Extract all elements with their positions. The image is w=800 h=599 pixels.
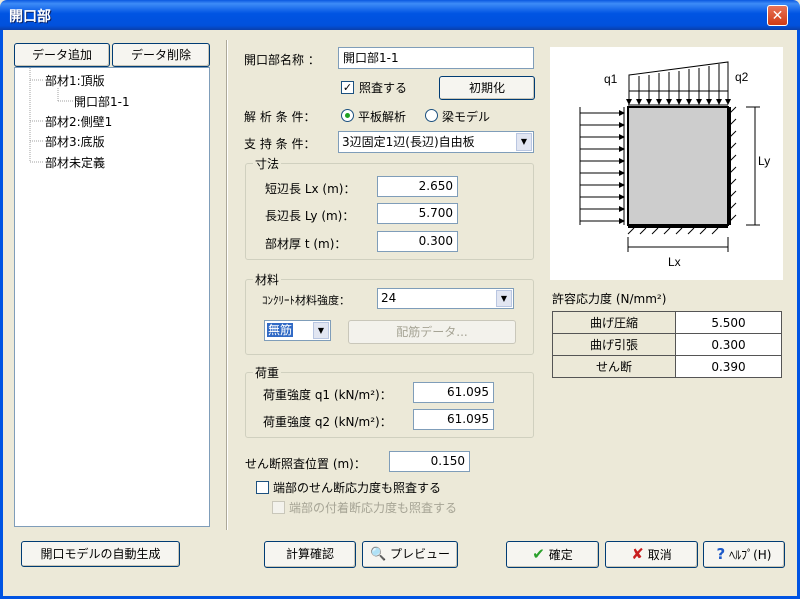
table-row: せん断 0.390 — [552, 355, 782, 378]
t-input[interactable]: 0.300 — [377, 231, 458, 252]
chevron-down-icon[interactable]: ▼ — [496, 290, 512, 307]
help-label: ﾍﾙﾌﾟ(H) — [729, 548, 772, 562]
end-bond-label: 端部の付着断応力度も照査する — [289, 501, 458, 515]
q1-input[interactable]: 61.095 — [413, 382, 494, 403]
q1-diagram-label: q1 — [604, 72, 618, 86]
rebar-data-button[interactable]: 配筋データ... — [348, 320, 516, 344]
tree-item-opening1-1[interactable]: 開口部1-1 — [74, 93, 130, 110]
table-row: 曲げ圧縮 5.500 — [552, 311, 782, 334]
ok-button[interactable]: ✔ 確定 — [506, 541, 599, 568]
concrete-label: ｺﾝｸﾘｰﾄ材料強度： — [262, 294, 350, 307]
chevron-down-icon[interactable]: ▼ — [313, 322, 329, 339]
cancel-label: 取消 — [647, 548, 672, 562]
close-icon: ✕ — [771, 8, 784, 24]
support-label: 支 持 条 件： — [244, 137, 316, 151]
member-tree[interactable]: 部材1:頂版 開口部1-1 部材2:側壁1 部材3:底版 部材未定義 — [14, 67, 210, 527]
allowable-label-cell: 曲げ圧縮 — [552, 311, 676, 334]
shear-pos-label: せん断照査位置 (m)： — [245, 457, 366, 471]
ly-label: 長辺長 Ly (m)： — [265, 209, 355, 223]
q1-label: 荷重強度 q1 (kN/m²)： — [263, 388, 392, 402]
allowable-label-cell: せん断 — [552, 355, 676, 378]
help-icon: ? — [716, 545, 726, 563]
allowable-value-cell: 5.500 — [675, 311, 782, 334]
preview-button[interactable]: 🔍 プレビュー — [362, 541, 458, 568]
check-label: 照査する — [359, 81, 408, 95]
checkmark-icon: ✔ — [532, 545, 545, 563]
rebar-value: 無筋 — [267, 323, 294, 337]
radio-plate-analysis[interactable] — [341, 109, 354, 122]
allowable-value-cell: 0.300 — [675, 333, 782, 356]
tree-item-member2[interactable]: 部材2:側壁1 — [45, 113, 112, 130]
support-select[interactable]: 3辺固定1辺(長辺)自由板 ▼ — [338, 131, 534, 153]
chevron-down-icon[interactable]: ▼ — [516, 133, 532, 151]
analysis-label: 解 析 条 件： — [244, 110, 316, 124]
title-bar — [0, 0, 800, 30]
lx-diagram-label: Lx — [668, 255, 681, 269]
lx-input[interactable]: 2.650 — [377, 176, 458, 197]
plate-analysis-label: 平板解析 — [358, 110, 407, 124]
end-shear-checkbox[interactable] — [256, 481, 269, 494]
radio-beam-model[interactable] — [425, 109, 438, 122]
beam-model-label: 梁モデル — [442, 110, 491, 124]
cancel-button[interactable]: ✘ 取消 — [605, 541, 698, 568]
ly-input[interactable]: 5.700 — [377, 203, 458, 224]
calc-check-button[interactable]: 計算確認 — [264, 541, 356, 568]
allowable-label-cell: 曲げ引張 — [552, 333, 676, 356]
check-checkbox[interactable]: ✓ — [341, 81, 354, 94]
add-data-button[interactable]: データ追加 — [14, 43, 110, 67]
allowable-value-cell: 0.390 — [675, 355, 782, 378]
close-button[interactable]: ✕ — [767, 5, 788, 26]
init-button[interactable]: 初期化 — [439, 76, 535, 100]
load-diagram: q1 q2 Ly Lx — [550, 47, 783, 280]
concrete-select[interactable]: 24 ▼ — [377, 288, 514, 309]
preview-label: プレビュー — [390, 547, 451, 561]
load-title: 荷重 — [253, 364, 282, 381]
end-bond-checkbox[interactable] — [272, 501, 285, 514]
preview-icon: 🔍 — [369, 547, 387, 562]
tree-item-member1[interactable]: 部材1:頂版 — [45, 72, 105, 89]
help-button[interactable]: ? ﾍﾙﾌﾟ(H) — [703, 541, 785, 568]
ok-label: 確定 — [548, 548, 573, 562]
q2-input[interactable]: 61.095 — [413, 409, 494, 430]
auto-generate-button[interactable]: 開口モデルの自動生成 — [21, 541, 180, 567]
load-diagram-svg: q1 q2 Ly Lx — [579, 61, 770, 269]
lx-label: 短辺長 Lx (m)： — [265, 182, 356, 196]
window-title: 開口部 — [9, 9, 51, 25]
cancel-icon: ✘ — [631, 545, 644, 563]
shear-pos-input[interactable]: 0.150 — [389, 451, 470, 472]
tree-item-member3[interactable]: 部材3:底版 — [45, 133, 105, 150]
support-value: 3辺固定1辺(長辺)自由板 — [342, 135, 475, 149]
concrete-value: 24 — [381, 291, 397, 305]
allowable-title: 許容応力度 (N/mm²) — [552, 292, 667, 306]
t-label: 部材厚 t (m)： — [265, 237, 347, 251]
q2-diagram-label: q2 — [735, 70, 749, 84]
vertical-divider — [226, 40, 228, 530]
delete-data-button[interactable]: データ削除 — [112, 43, 210, 67]
ly-diagram-label: Ly — [758, 154, 770, 168]
name-input[interactable]: 開口部1-1 — [338, 47, 534, 69]
table-row: 曲げ引張 0.300 — [552, 333, 782, 356]
material-title: 材料 — [253, 271, 282, 288]
end-shear-label: 端部のせん断応力度も照査する — [273, 481, 442, 495]
allowable-table: 曲げ圧縮 5.500 曲げ引張 0.300 せん断 0.390 — [552, 311, 782, 378]
window-frame-left — [0, 30, 3, 599]
rebar-select[interactable]: 無筋 ▼ — [264, 320, 331, 341]
dimensions-title: 寸法 — [253, 155, 282, 172]
name-label: 開口部名称 ： — [244, 53, 320, 67]
tree-item-undefined[interactable]: 部材未定義 — [45, 154, 105, 171]
q2-label: 荷重強度 q2 (kN/m²)： — [263, 415, 392, 429]
